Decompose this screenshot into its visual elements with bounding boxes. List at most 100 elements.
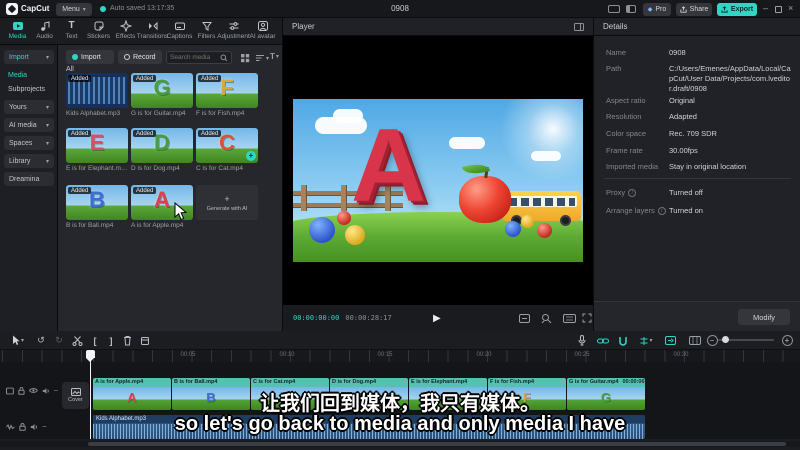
- detail-value-aspect: Original: [669, 96, 695, 105]
- generate-with-ai-button[interactable]: + Generate with AI: [196, 185, 258, 220]
- zoom-out-button[interactable]: −: [705, 334, 719, 347]
- sidebar-item-yours[interactable]: Yours ▾: [4, 100, 54, 114]
- player-panel: Player A 00:00:00:00 00:00:28:17 ▶: [283, 18, 593, 331]
- pro-button[interactable]: ◆ Pro: [643, 2, 671, 16]
- panel-toggle-icon[interactable]: [626, 5, 636, 13]
- close-button[interactable]: ×: [788, 3, 793, 13]
- cursor-icon: [12, 335, 20, 345]
- media-item-f-fish[interactable]: F Added F is for Fish.mp4: [196, 73, 258, 117]
- play-button[interactable]: ▶: [433, 313, 441, 324]
- type-filter-dropdown[interactable]: T ▾: [270, 52, 279, 61]
- scrollbar-thumb[interactable]: [88, 442, 786, 446]
- tab-filters[interactable]: Filters: [193, 20, 220, 44]
- panel-layout-icon[interactable]: [574, 22, 584, 31]
- media-item-d-dog[interactable]: D Added D is for Dog.mp4: [131, 128, 193, 172]
- player-title: Player: [292, 22, 315, 31]
- tab-audio[interactable]: Audio: [31, 20, 58, 44]
- tab-transitions[interactable]: Transitions: [137, 20, 168, 44]
- subtitle-line-chinese: 让我们回到媒体，我只有媒体。: [260, 393, 540, 415]
- detail-label-path: Path: [606, 64, 622, 73]
- fit-zoom-icon[interactable]: [541, 313, 552, 324]
- chevron-down-icon: ▾: [45, 104, 49, 111]
- video-viewport[interactable]: A: [283, 36, 593, 305]
- media-item-b-ball[interactable]: B Added B is for Ball.mp4: [66, 185, 128, 229]
- select-tool-dropdown[interactable]: ▾: [8, 334, 28, 347]
- share-button[interactable]: Share: [676, 2, 712, 16]
- mark-button[interactable]: [138, 334, 152, 347]
- delete-button[interactable]: [120, 334, 134, 347]
- media-item-g-guitar[interactable]: G Added G is for Guitar.mp4: [131, 73, 193, 117]
- playhead-grip[interactable]: [86, 350, 95, 362]
- search-input[interactable]: [170, 54, 220, 61]
- voiceover-button[interactable]: [575, 334, 589, 347]
- tab-adjustment[interactable]: Adjustment: [217, 20, 250, 44]
- tab-ai-avatar[interactable]: AI avatar: [249, 20, 276, 44]
- details-header: Details: [594, 18, 800, 36]
- split-button[interactable]: [70, 334, 84, 347]
- sidebar-item-import[interactable]: Import ▾: [4, 50, 54, 64]
- ruler-label: 00:10: [279, 352, 295, 358]
- crop-icon: [141, 336, 149, 345]
- zoom-in-button[interactable]: +: [780, 334, 794, 347]
- video-frame: A: [293, 99, 583, 262]
- maximize-button[interactable]: [775, 6, 782, 13]
- sidebar-item-ai-media[interactable]: AI media ▾: [4, 118, 54, 132]
- cover-view-button[interactable]: [688, 334, 702, 347]
- added-badge: Added: [198, 75, 222, 82]
- mouse-cursor: [174, 202, 188, 221]
- fullscreen-icon[interactable]: [582, 313, 592, 323]
- timeline-zoom-slider[interactable]: [718, 336, 774, 343]
- layout-toggle-icon[interactable]: [608, 5, 620, 13]
- transitions-icon: [148, 21, 157, 31]
- cloud: [531, 151, 561, 161]
- added-badge: Added: [68, 187, 92, 194]
- tab-media[interactable]: Media: [4, 20, 31, 44]
- red-ball: [537, 223, 552, 238]
- quality-icon[interactable]: [519, 314, 530, 323]
- chevron-down-icon: ▾: [45, 140, 49, 147]
- undo-button[interactable]: ↺: [34, 334, 48, 347]
- media-item-e-elephant[interactable]: E Added E is for Elephant.mp4: [66, 128, 128, 172]
- detail-label-arrange: Arrange layers i: [606, 206, 666, 215]
- sidebar-item-library[interactable]: Library ▾: [4, 154, 54, 168]
- tab-captions[interactable]: Captions: [166, 20, 193, 44]
- sidebar-item-subprojects[interactable]: Subprojects: [8, 86, 45, 93]
- info-icon[interactable]: i: [657, 206, 666, 215]
- link-toggle[interactable]: [596, 334, 610, 347]
- modify-button[interactable]: Modify: [738, 309, 790, 325]
- subtitle-line-english: so let's go back to media and only media…: [174, 413, 626, 435]
- delete-right-button[interactable]: ]: [104, 334, 118, 347]
- detail-value-resolution: Adapted: [669, 112, 697, 121]
- media-item-c-cat[interactable]: C Added + C is for Cat.mp4: [196, 128, 258, 172]
- tab-effects[interactable]: Effects: [112, 20, 139, 44]
- import-button[interactable]: Import: [66, 50, 114, 64]
- detail-value-colorspace: Rec. 709 SDR: [669, 129, 717, 138]
- magnet-toggle[interactable]: [616, 334, 630, 347]
- diamond-icon: ◆: [647, 6, 653, 13]
- sort-dropdown[interactable]: ▾: [255, 53, 269, 63]
- ratio-icon[interactable]: [563, 314, 576, 323]
- zoom-slider-knob[interactable]: [722, 336, 729, 343]
- delete-left-button[interactable]: [: [88, 334, 102, 347]
- magnet-icon: [619, 336, 627, 346]
- tab-text[interactable]: T Text: [58, 20, 85, 44]
- horizontal-scrollbar[interactable]: [0, 441, 800, 447]
- preview-toggle-dropdown[interactable]: [660, 334, 680, 347]
- record-button[interactable]: Record: [118, 50, 162, 64]
- snap-toggle-dropdown[interactable]: ▾: [636, 334, 656, 347]
- minimize-button[interactable]: –: [763, 3, 768, 13]
- search-box[interactable]: [166, 51, 232, 64]
- export-button[interactable]: Export: [717, 2, 757, 16]
- apple: [459, 176, 511, 223]
- plus-icon: +: [224, 193, 230, 204]
- tab-stickers[interactable]: Stickers: [85, 20, 112, 44]
- grid-view-icon[interactable]: [240, 53, 250, 63]
- add-to-timeline-button[interactable]: +: [246, 151, 256, 161]
- info-icon[interactable]: i: [628, 188, 637, 197]
- redo-button[interactable]: ↻: [52, 334, 66, 347]
- sidebar-item-media[interactable]: Media: [8, 72, 27, 79]
- timeline-ruler[interactable]: 00:05 00:10 00:15 00:20 00:25 00:30: [0, 350, 800, 362]
- sidebar-item-dreamina[interactable]: Dreamina: [4, 172, 54, 186]
- media-item-kids-alphabet[interactable]: Added Kids Alphabet.mp3: [66, 73, 128, 117]
- sidebar-item-spaces[interactable]: Spaces ▾: [4, 136, 54, 150]
